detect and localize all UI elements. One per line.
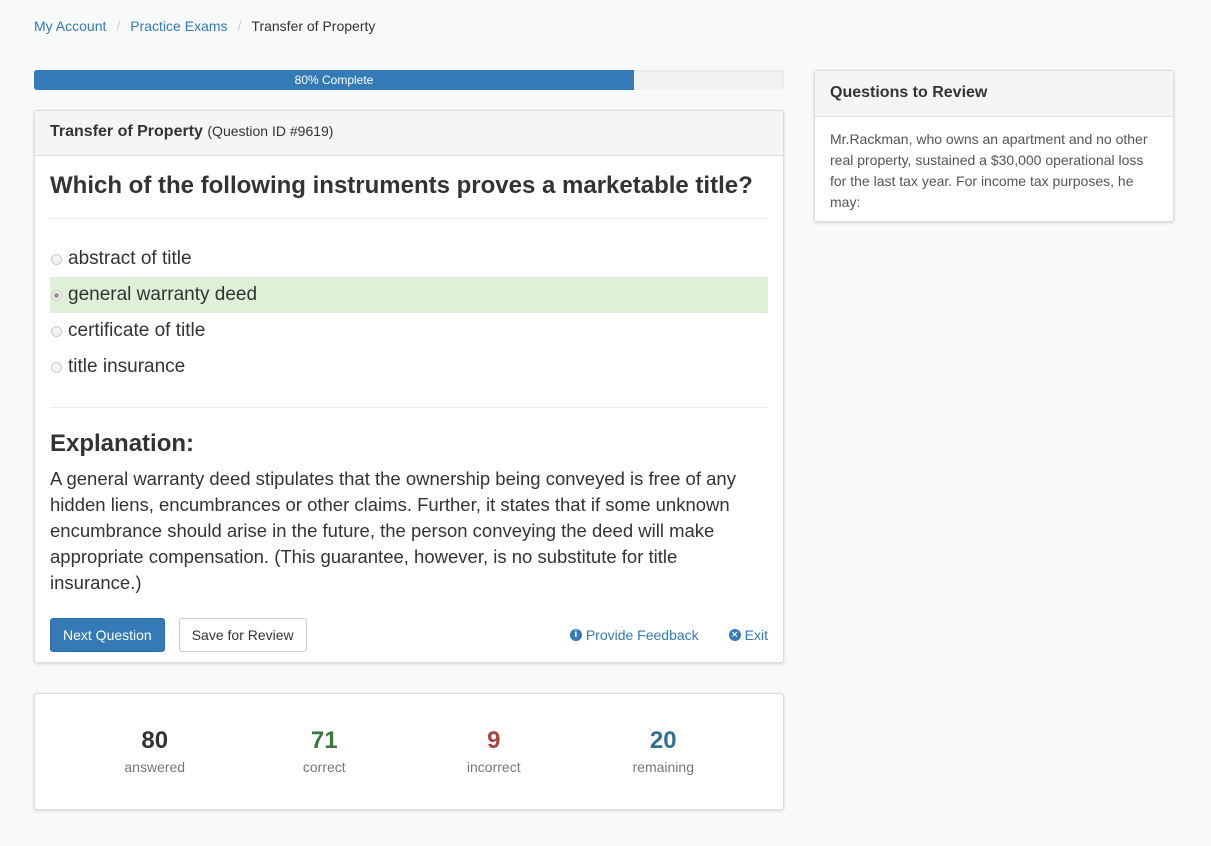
divider [50, 407, 768, 408]
questions-to-review-panel: Questions to Review Mr.Rackman, who owns… [814, 70, 1174, 222]
question-actions: Next Question Save for Review i Provide … [50, 618, 768, 652]
question-id: (Question ID #9619) [207, 123, 334, 139]
stat-value: 80 [141, 727, 169, 754]
stat-label: correct [302, 759, 346, 775]
stat-answered: 80 answered [70, 727, 240, 775]
stat-value: 20 [649, 727, 677, 754]
explanation-title: Explanation: [50, 430, 195, 457]
answer-choice-label: general warranty deed [68, 284, 258, 305]
stat-remaining: 20 remaining [579, 727, 749, 775]
breadcrumb-current: Transfer of Property [251, 18, 376, 34]
stats-panel: 80 answered 71 correct 9 incorrect 20 re… [34, 693, 784, 810]
provide-feedback-link[interactable]: i Provide Feedback [569, 627, 699, 643]
question-panel-heading: Transfer of Property (Question ID #9619) [35, 111, 783, 156]
stat-value: 9 [487, 727, 501, 754]
stat-value: 71 [310, 727, 338, 754]
answer-choice[interactable]: abstract of title [50, 241, 768, 277]
exit-label: Exit [744, 627, 768, 643]
breadcrumb-separator: / [237, 18, 242, 34]
radio-button[interactable] [51, 253, 62, 265]
stat-incorrect: 9 incorrect [409, 727, 579, 775]
review-panel-title: Questions to Review [815, 71, 1173, 117]
question-category: Transfer of Property [50, 123, 203, 140]
stat-label: answered [124, 759, 186, 775]
stat-label: incorrect [466, 759, 521, 775]
stat-correct: 71 correct [240, 727, 410, 775]
answer-choice-label: abstract of title [68, 248, 192, 269]
breadcrumb: My Account / Practice Exams / Transfer o… [34, 18, 375, 34]
radio-button[interactable] [51, 289, 62, 301]
breadcrumb-separator: / [116, 18, 121, 34]
review-item[interactable]: Mr.Rackman, who owns an apartment and no… [815, 117, 1173, 225]
breadcrumb-my-account[interactable]: My Account [34, 18, 106, 34]
next-question-button[interactable]: Next Question [50, 618, 165, 652]
provide-feedback-label: Provide Feedback [585, 627, 699, 643]
question-text: Which of the following instruments prove… [50, 172, 768, 219]
radio-button[interactable] [51, 361, 62, 373]
answer-choices: abstract of title general warranty deed … [50, 241, 768, 385]
stat-label: remaining [632, 759, 694, 775]
radio-button[interactable] [51, 325, 62, 337]
progress-bar: 80% Complete [34, 70, 784, 90]
answer-choice-label: title insurance [68, 356, 186, 377]
progress-fill: 80% Complete [34, 70, 634, 90]
info-circle-icon: i [569, 629, 582, 641]
exit-link[interactable]: × Exit [728, 627, 768, 643]
answer-choice[interactable]: certificate of title [50, 313, 768, 349]
save-for-review-button[interactable]: Save for Review [178, 618, 307, 652]
answer-choice[interactable]: general warranty deed [50, 277, 768, 313]
times-circle-icon: × [728, 629, 741, 641]
answer-choice[interactable]: title insurance [50, 349, 768, 385]
explanation-text: A general warranty deed stipulates that … [50, 468, 736, 593]
question-panel: Transfer of Property (Question ID #9619)… [34, 110, 784, 663]
answer-choice-label: certificate of title [68, 320, 206, 341]
breadcrumb-practice-exams[interactable]: Practice Exams [130, 18, 227, 34]
